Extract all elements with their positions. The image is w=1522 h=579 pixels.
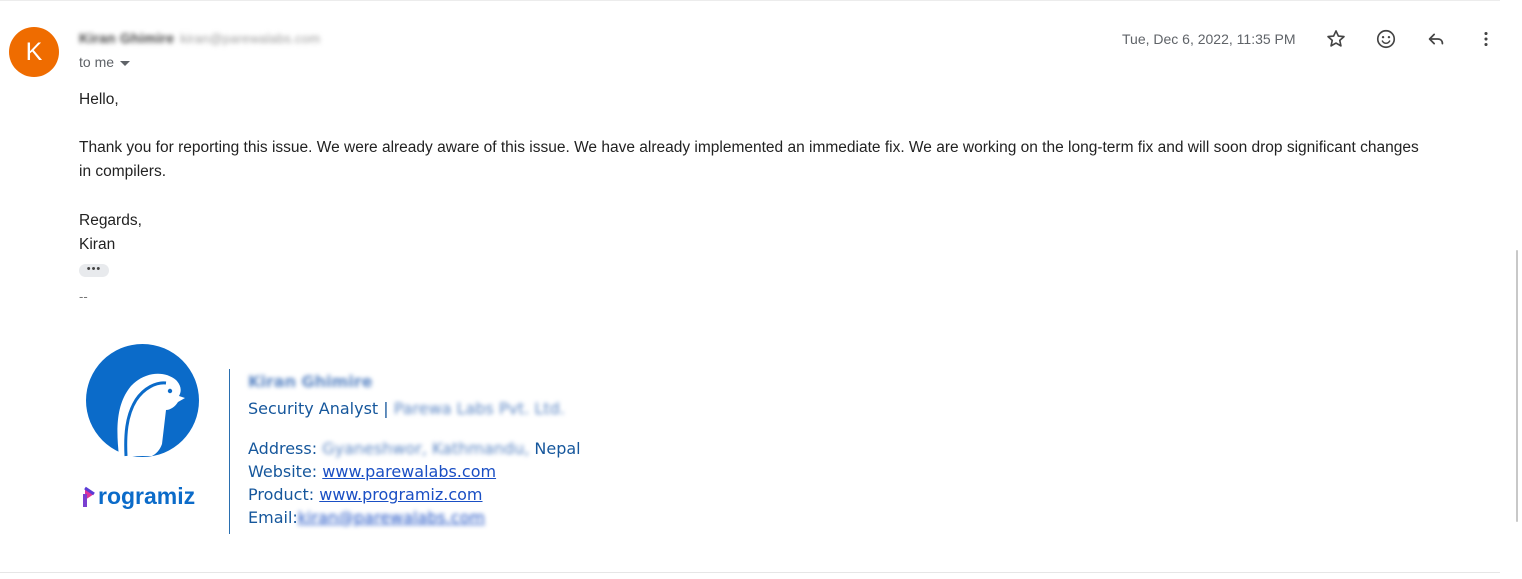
top-divider xyxy=(0,0,1500,1)
message-paragraph-line2: in compilers. xyxy=(79,163,166,180)
message-closing: Regards, xyxy=(79,212,142,229)
programiz-bird-logo xyxy=(86,344,199,457)
reply-icon[interactable] xyxy=(1423,26,1449,52)
programiz-brand-text: rogramiz xyxy=(98,483,196,509)
bottom-divider xyxy=(0,572,1500,573)
product-link[interactable]: www.programiz.com xyxy=(319,485,482,504)
chevron-down-icon[interactable] xyxy=(120,60,131,66)
programiz-wordmark: rogramiz xyxy=(83,483,195,510)
signature-website-line: Website: www.parewalabs.com xyxy=(248,462,496,481)
signature-name: Kiran Ghimire xyxy=(248,372,373,391)
recipient-label: to me xyxy=(79,54,115,70)
signature-name-line: Kiran Ghimire xyxy=(248,372,372,391)
message-greeting: Hello, xyxy=(79,91,119,108)
more-vert-icon[interactable] xyxy=(1473,26,1499,52)
signature-company: Parewa Labs Pvt. Ltd. xyxy=(393,399,565,418)
product-label: Product: xyxy=(248,485,320,504)
star-icon[interactable] xyxy=(1323,26,1349,52)
message-paragraph-line1: Thank you for reporting this issue. We w… xyxy=(79,139,1419,156)
signature-address-line: Address: Gyaneshwor, Kathmandu, Nepal xyxy=(248,439,581,458)
address-country: Nepal xyxy=(529,439,581,458)
show-trimmed-content-button[interactable]: ••• xyxy=(79,264,109,277)
website-label: Website: xyxy=(248,462,323,481)
signature-title: Security Analyst | xyxy=(248,399,394,418)
address-label: Address: xyxy=(248,439,323,458)
address-city: Gyaneshwor, Kathmandu, xyxy=(322,439,530,458)
signature-separator: -- xyxy=(79,289,88,304)
sender-line: Kiran Ghimire kiran@parewalabs.com xyxy=(79,28,320,48)
signature-product-line: Product: www.programiz.com xyxy=(248,485,483,504)
message-signoff: Kiran xyxy=(79,236,116,253)
scrollbar-thumb[interactable] xyxy=(1516,250,1518,522)
email-message-view: K Kiran Ghimire kiran@parewalabs.com to … xyxy=(0,0,1522,579)
scrollbar[interactable] xyxy=(1500,0,1522,579)
sender-email: kiran@parewalabs.com xyxy=(180,30,321,46)
recipient-details-toggle[interactable]: to me xyxy=(79,54,131,70)
emoji-icon[interactable] xyxy=(1373,26,1399,52)
sender-name[interactable]: Kiran Ghimire xyxy=(79,30,174,46)
website-link[interactable]: www.parewalabs.com xyxy=(322,462,496,481)
message-date: Tue, Dec 6, 2022, 11:35 PM xyxy=(1122,31,1296,47)
signature-title-line: Security Analyst | Parewa Labs Pvt. Ltd. xyxy=(248,399,565,418)
sender-avatar[interactable]: K xyxy=(9,27,59,77)
email-label: Email: xyxy=(248,508,298,527)
signature-divider xyxy=(229,369,230,534)
programiz-p-mark-icon xyxy=(83,486,97,508)
email-link[interactable]: kiran@parewalabs.com xyxy=(298,508,485,527)
signature-email-line: Email:kiran@parewalabs.com xyxy=(248,508,485,527)
